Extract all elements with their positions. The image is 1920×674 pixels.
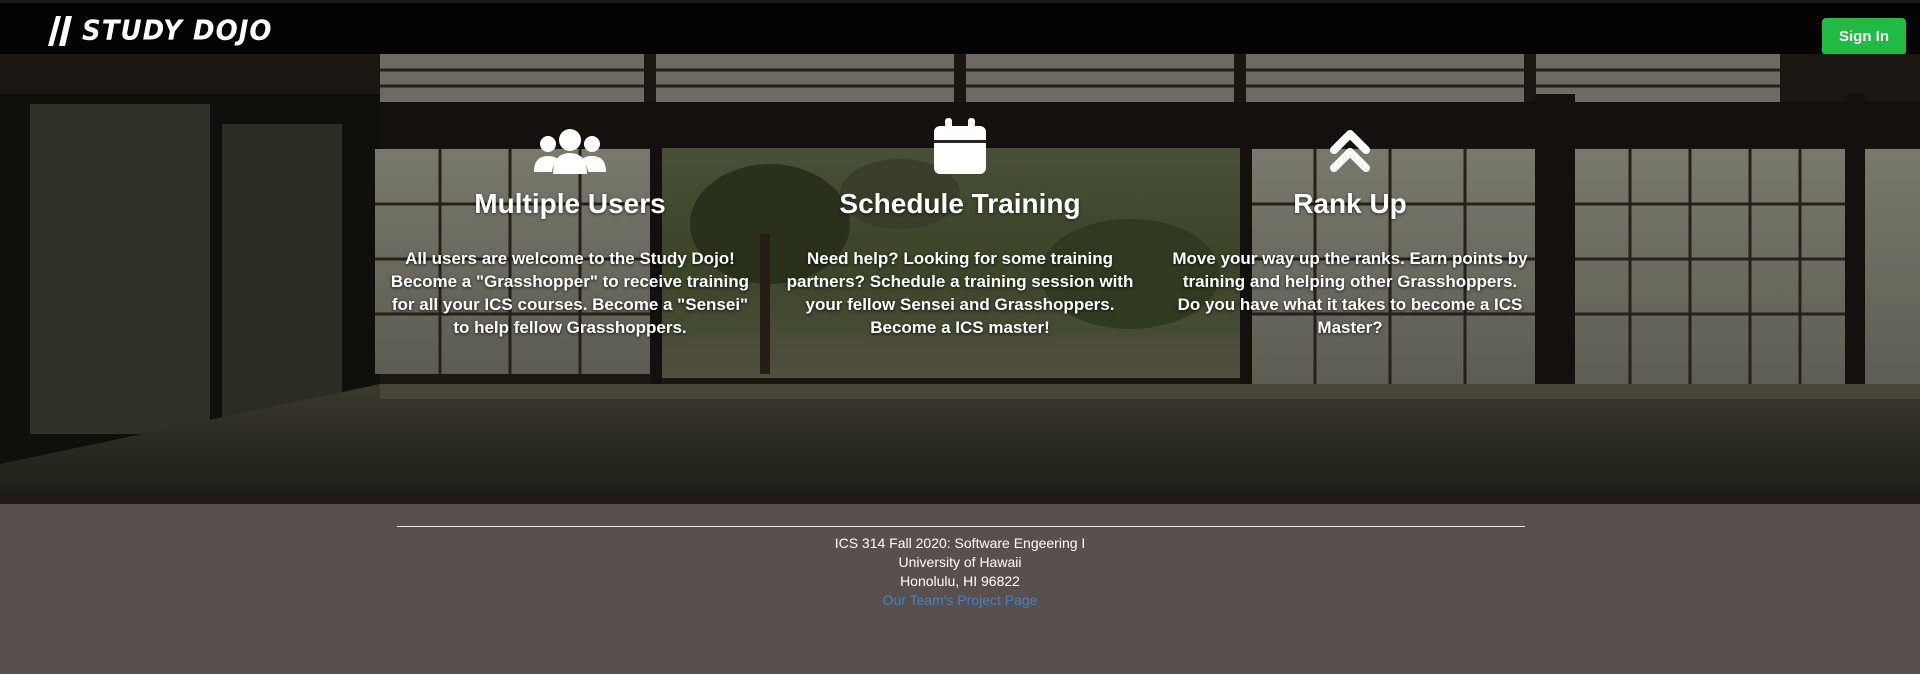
calendar-icon (780, 118, 1140, 174)
feature-rank-up: Rank Up Move your way up the ranks. Earn… (1170, 118, 1530, 339)
logo[interactable]: STUDY DOJO (48, 15, 273, 47)
feature-title: Multiple Users (474, 188, 666, 219)
feature-schedule-training: Schedule Training Need help? Looking for… (780, 118, 1140, 339)
feature-title: Rank Up (1293, 188, 1407, 219)
logo-text: STUDY DOJO (82, 15, 273, 47)
feature-description: All users are welcome to the Study Dojo!… (390, 249, 750, 337)
footer: ICS 314 Fall 2020: Software Engeering I … (0, 534, 1920, 610)
navbar: STUDY DOJO Sign In (0, 0, 1920, 55)
footer-course: ICS 314 Fall 2020: Software Engeering I (834, 535, 1086, 551)
footer-university: University of Hawaii (898, 554, 1022, 570)
feature-title: Schedule Training (839, 188, 1081, 219)
sign-in-button[interactable]: Sign In (1822, 18, 1906, 55)
project-page-link[interactable]: Our Team's Project Page (883, 592, 1038, 608)
users-icon (390, 118, 750, 174)
logo-slash-icon (48, 16, 72, 46)
feature-multiple-users: Multiple Users All users are welcome to … (390, 118, 750, 339)
footer-divider (397, 526, 1525, 527)
footer-address: Honolulu, HI 96822 (900, 573, 1020, 589)
double-chevron-up-icon (1170, 118, 1530, 174)
feature-description: Move your way up the ranks. Earn points … (1172, 249, 1528, 337)
feature-description: Need help? Looking for some training par… (786, 249, 1134, 337)
hero-section: Multiple Users All users are welcome to … (0, 54, 1920, 504)
